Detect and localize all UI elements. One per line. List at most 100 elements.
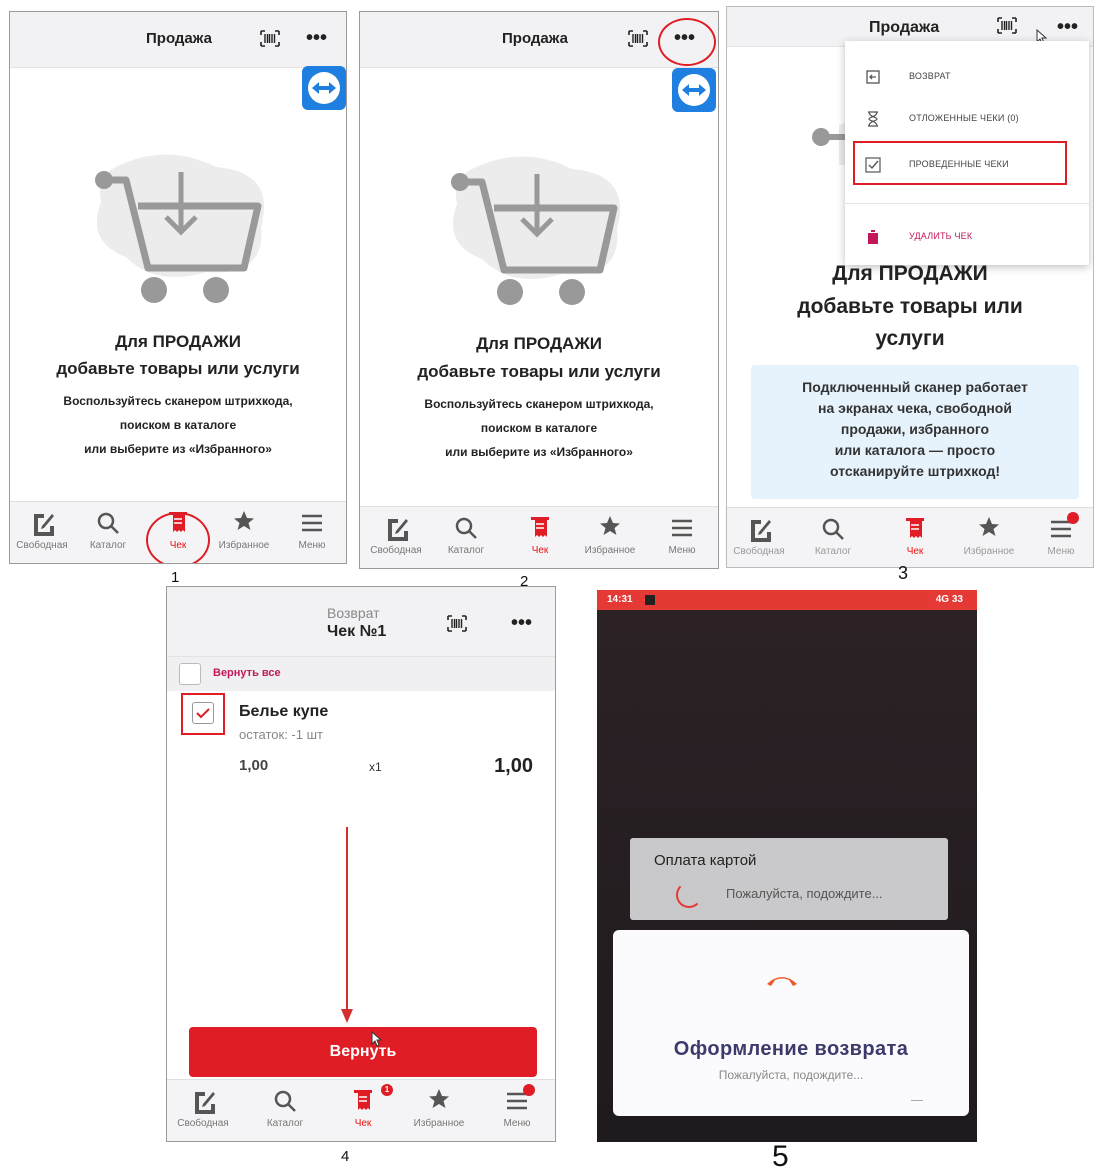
more-icon[interactable]: ••• (306, 28, 327, 48)
empty-subtitle: добавьте товары или (797, 295, 1023, 318)
empty-cart-icon (95, 154, 264, 303)
screen-5: 14:31 4G 33 Оплата картой Пожалуйста, по… (597, 590, 977, 1142)
return-icon (866, 70, 880, 84)
search-icon (455, 517, 477, 539)
barcode-scan-icon[interactable] (628, 30, 648, 47)
highlight-box (853, 141, 1067, 185)
hint-line-3: или выберите из «Избранного» (84, 442, 272, 456)
menu-item-return[interactable]: ВОЗВРАТ (845, 57, 1089, 97)
menu-item-label: ОТЛОЖЕННЫЕ ЧЕКИ (0) (909, 113, 1019, 123)
item-checkbox[interactable] (192, 702, 214, 724)
star-icon (429, 1089, 449, 1108)
return-all-label: Вернуть все (213, 667, 281, 679)
page-title: Продажа (502, 30, 568, 47)
empty-cart-icon (451, 156, 620, 305)
nav-favorites[interactable]: Избранное (578, 513, 642, 556)
nav-menu[interactable]: Меню (1029, 514, 1093, 557)
screen-2: Продажа ••• Для ПРОДАЖИ добавьте товары … (359, 11, 719, 569)
return-all-row[interactable]: Вернуть все (167, 657, 555, 691)
nav-menu[interactable]: Меню (280, 508, 344, 551)
more-icon[interactable]: ••• (511, 613, 532, 633)
teamviewer-icon[interactable] (672, 68, 716, 112)
search-icon (274, 1090, 296, 1112)
item-remaining: остаток: -1 шт (239, 727, 323, 742)
hint-line-2: поиском в каталоге (480, 421, 598, 435)
nav-label: Избранное (218, 540, 270, 551)
nav-catalog[interactable]: Каталог (434, 513, 498, 556)
more-icon[interactable]: ••• (1057, 17, 1078, 37)
page-title: Продажа (146, 30, 212, 47)
hint-line-3: или выберите из «Избранного» (445, 445, 633, 459)
nav-label: Свободная (733, 546, 785, 557)
star-icon (234, 511, 254, 530)
return-dialog-wait: Пожалуйста, подождите... (718, 1068, 864, 1082)
menu-item-delete[interactable]: УДАЛИТЬ ЧЕК (845, 217, 1089, 257)
edit-icon (34, 514, 54, 536)
nav-catalog[interactable]: Каталог (253, 1086, 317, 1129)
menu-item-deferred[interactable]: ОТЛОЖЕННЫЕ ЧЕКИ (0) (845, 99, 1089, 139)
page-title: Чек №1 (327, 623, 387, 640)
status-signal: 4G 33 (935, 594, 963, 605)
nav-label: Меню (668, 545, 696, 556)
notification-dot (1067, 512, 1079, 524)
nav-catalog[interactable]: Каталог (76, 508, 140, 551)
nav-free[interactable]: Свободная (171, 1086, 235, 1129)
nav-favorites[interactable]: Избранное (407, 1086, 471, 1129)
check-count-badge: 1 (381, 1084, 393, 1096)
barcode-scan-icon[interactable] (260, 30, 280, 47)
empty-title: Для ПРОДАЖИ (476, 334, 602, 353)
hint-line-1: Воспользуйтесь сканером штрихкода, (63, 394, 293, 408)
hamburger-icon (302, 514, 322, 532)
divider (845, 203, 1089, 204)
nav-free[interactable]: Свободная (727, 514, 791, 557)
star-icon (600, 516, 620, 535)
nav-menu[interactable]: Меню (650, 513, 714, 556)
nav-free[interactable]: Свободная (10, 508, 74, 551)
menu-item-label: УДАЛИТЬ ЧЕК (909, 231, 973, 241)
nav-label: Свободная (16, 540, 68, 551)
nav-check[interactable]: Чек (508, 513, 572, 556)
nav-favorites[interactable]: Избранное (212, 508, 276, 551)
hamburger-icon (672, 519, 692, 537)
return-button[interactable]: Вернуть (189, 1027, 537, 1077)
notification-dot (523, 1084, 535, 1096)
nav-label: Меню (503, 1118, 531, 1129)
nav-free[interactable]: Свободная (364, 513, 428, 556)
card-payment-dialog: Оплата картой Пожалуйста, подождите... (630, 838, 948, 920)
barcode-scan-icon[interactable] (447, 615, 467, 632)
divider (911, 1100, 923, 1101)
scanner-info: Подключенный сканер работает на экранах … (751, 365, 1079, 499)
nav-label: Свободная (370, 545, 422, 556)
search-icon (97, 512, 119, 534)
nav-favorites[interactable]: Избранное (957, 514, 1021, 557)
nav-label: Меню (1047, 546, 1075, 557)
receipt-icon (354, 1090, 372, 1110)
step-label: 4 (341, 1148, 350, 1165)
menu-item-label: ВОЗВРАТ (909, 71, 951, 81)
item-quantity: x1 (369, 760, 382, 774)
edit-icon (388, 519, 408, 541)
screen-4: Возврат Чек №1 ••• Вернуть все Белье куп… (166, 586, 556, 1142)
nav-check[interactable]: Чек (883, 514, 947, 557)
return-all-checkbox[interactable] (179, 663, 201, 685)
receipt-icon (906, 518, 924, 538)
phone-icon (767, 977, 797, 986)
empty-title: Для ПРОДАЖИ (832, 262, 988, 285)
header: Продажа ••• (10, 12, 346, 68)
nav-label: Избранное (413, 1118, 465, 1129)
bottom-nav: Свободная Каталог Чек 1 Избранное Меню (167, 1079, 555, 1141)
hourglass-icon (868, 111, 878, 127)
item-price: 1,00 (239, 757, 269, 774)
screen-1: Продажа ••• Для ПРОДАЖИ добавьте товары … (9, 11, 347, 564)
nav-label: Избранное (963, 546, 1015, 557)
hint-line-2: поиском в каталоге (119, 418, 237, 432)
nav-label: Каталог (266, 1118, 304, 1129)
item-total: 1,00 (494, 755, 533, 777)
search-icon (822, 518, 844, 540)
barcode-scan-icon[interactable] (997, 17, 1017, 34)
nav-catalog[interactable]: Каталог (801, 514, 865, 557)
nav-menu[interactable]: Меню (485, 1086, 549, 1129)
teamviewer-icon[interactable] (302, 66, 346, 110)
arrow-down-icon (341, 827, 353, 1023)
nav-label: Избранное (584, 545, 636, 556)
